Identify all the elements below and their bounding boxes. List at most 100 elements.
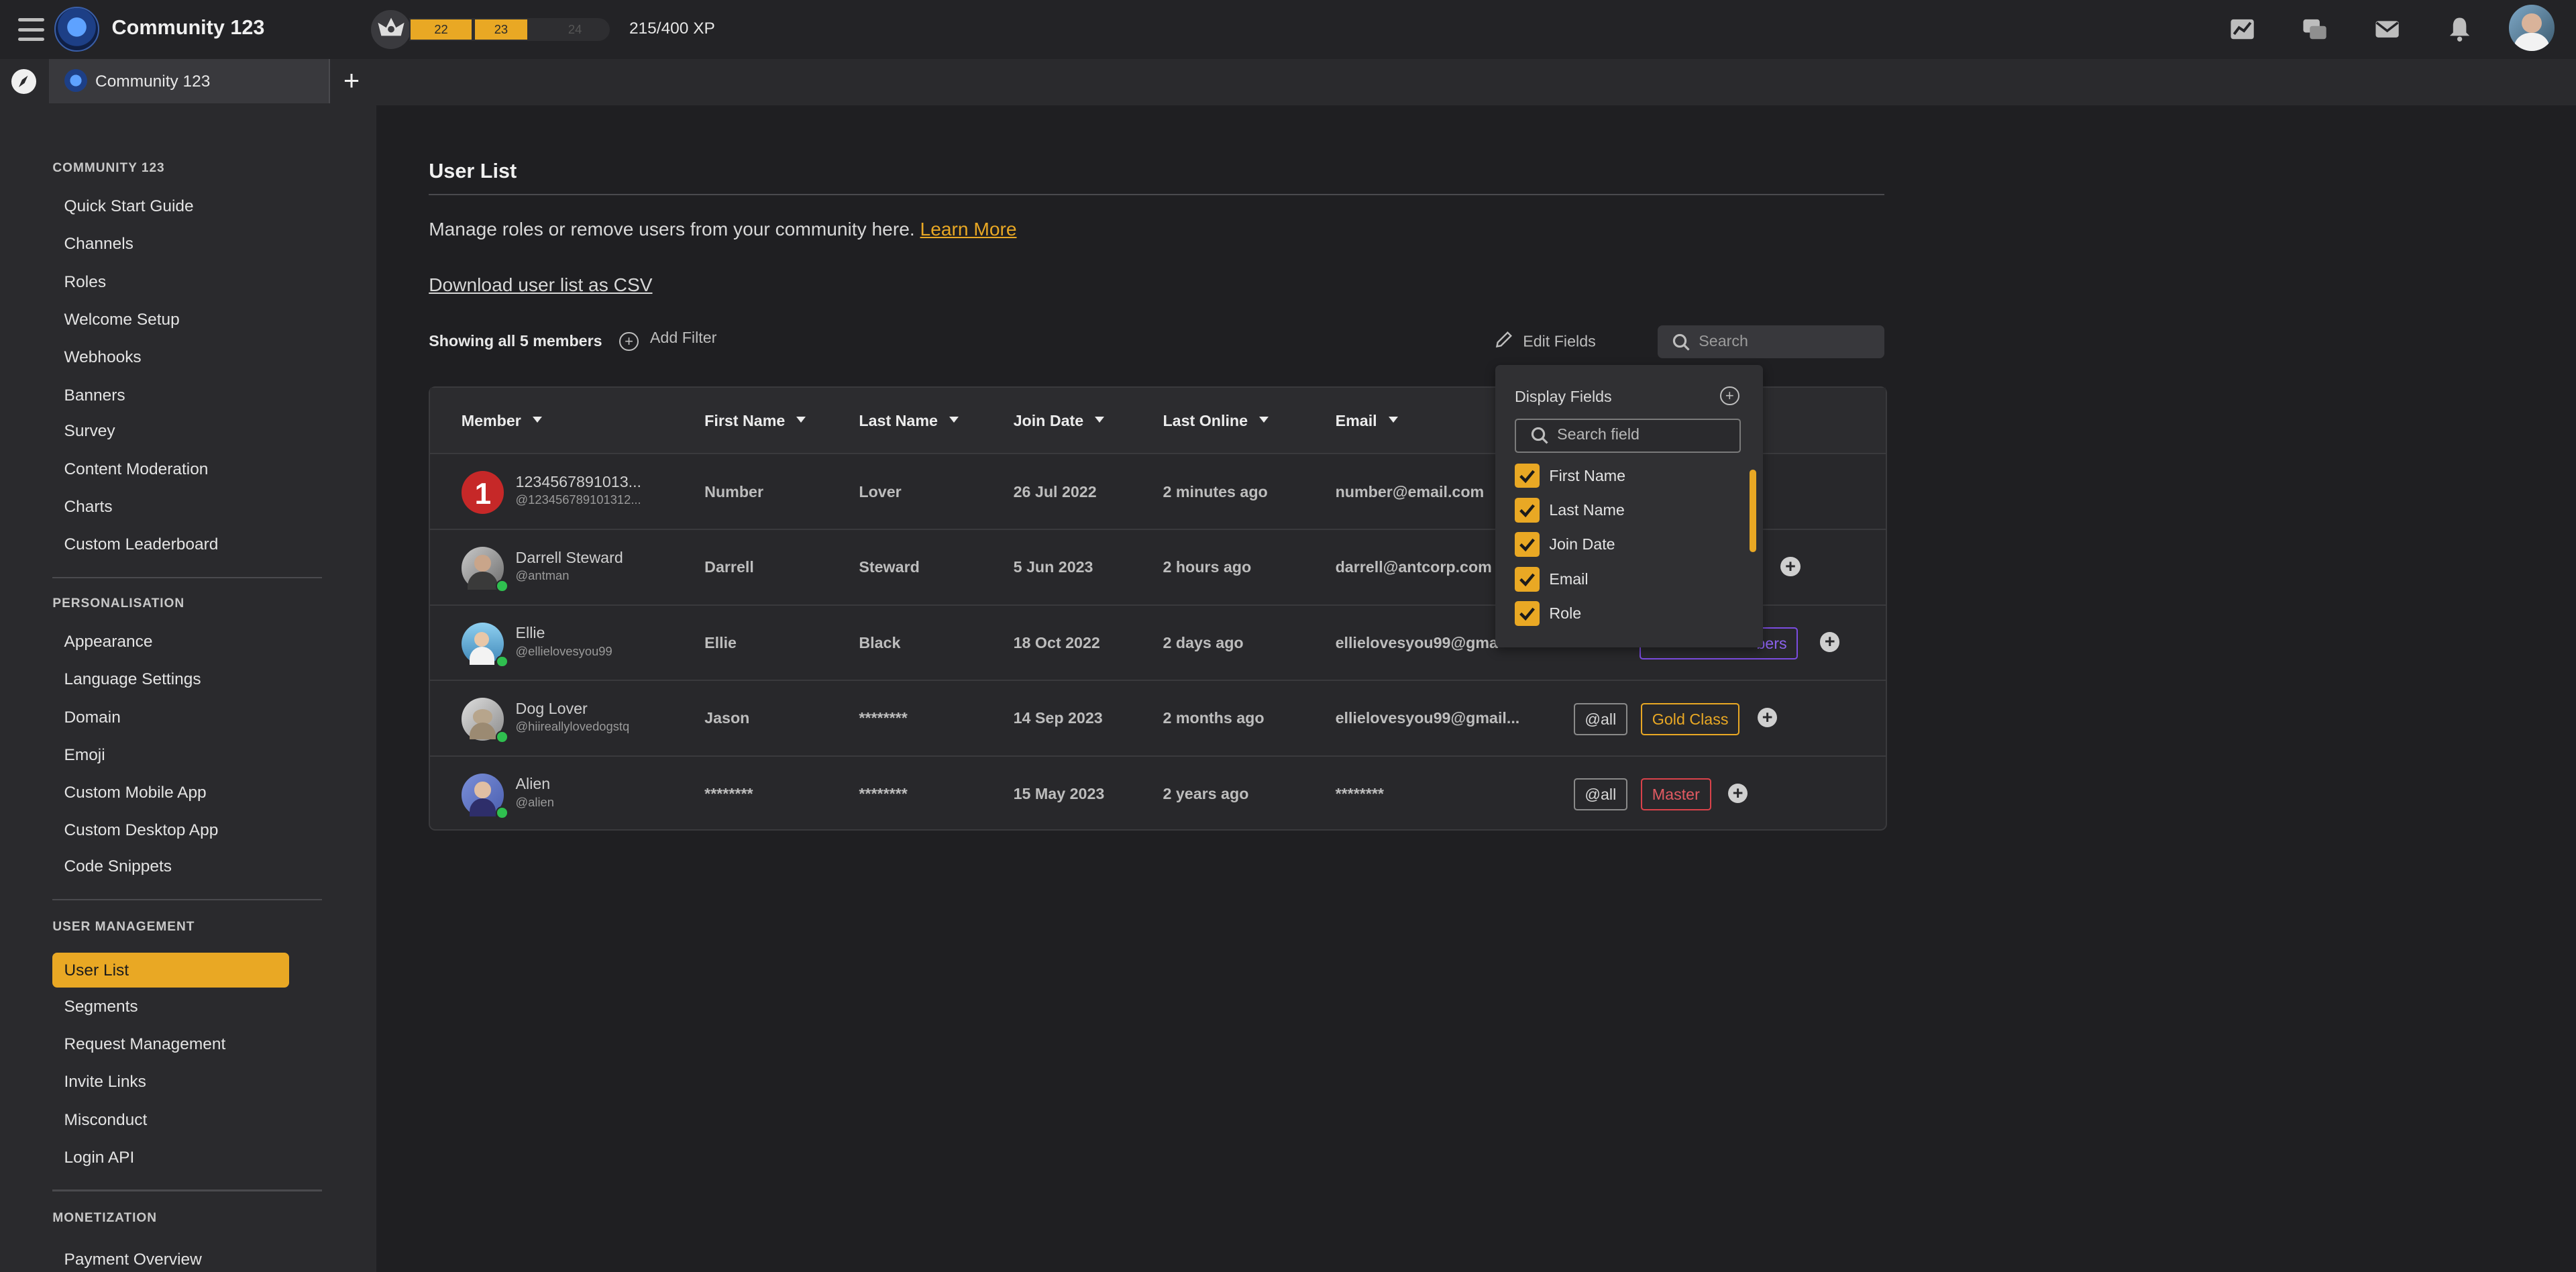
xp-level-next: 24 bbox=[568, 22, 582, 37]
sidebar-divider bbox=[52, 1189, 322, 1191]
level-badge-icon bbox=[371, 9, 411, 50]
community-name[interactable]: Community 123 bbox=[112, 16, 265, 40]
download-csv-link[interactable]: Download user list as CSV bbox=[429, 274, 652, 296]
svg-text:1: 1 bbox=[474, 478, 491, 511]
xp-text: 215/400 XP bbox=[629, 19, 715, 38]
sidebar-item-segments[interactable]: Segments bbox=[64, 998, 138, 1016]
bell-icon[interactable] bbox=[2447, 16, 2473, 42]
sort-arrow-icon bbox=[533, 417, 542, 423]
sidebar-item-request-management[interactable]: Request Management bbox=[64, 1035, 226, 1054]
last-online-cell: 2 hours ago bbox=[1163, 558, 1252, 576]
tab-community[interactable]: Community 123 bbox=[49, 59, 330, 104]
column-header-email[interactable]: Email bbox=[1336, 412, 1398, 430]
search-icon bbox=[1672, 333, 1690, 351]
column-header-last-name[interactable]: Last Name bbox=[859, 412, 959, 430]
hamburger-icon[interactable] bbox=[17, 17, 45, 42]
edit-fields-button[interactable]: Edit Fields bbox=[1495, 330, 1596, 351]
sidebar-item-user-list[interactable]: User List bbox=[52, 953, 289, 988]
sidebar-item-language-settings[interactable]: Language Settings bbox=[64, 670, 201, 689]
column-header-last-online[interactable]: Last Online bbox=[1163, 412, 1269, 430]
field-option-label: First Name bbox=[1549, 466, 1626, 484]
sidebar-item-code-snippets[interactable]: Code Snippets bbox=[64, 857, 172, 876]
table-row[interactable]: Alien @alien ******** ******** 15 May 20… bbox=[430, 757, 1886, 831]
sidebar-item-content-moderation[interactable]: Content Moderation bbox=[64, 460, 209, 479]
sidebar-item-custom-leaderboard[interactable]: Custom Leaderboard bbox=[64, 535, 219, 554]
email-cell: number@email.com bbox=[1335, 482, 1485, 500]
sidebar-item-welcome-setup[interactable]: Welcome Setup bbox=[64, 311, 180, 329]
sort-arrow-icon bbox=[1388, 417, 1398, 423]
add-role-button[interactable]: + bbox=[1727, 783, 1748, 804]
user-avatar[interactable] bbox=[2508, 5, 2555, 51]
column-header-member[interactable]: Member bbox=[462, 412, 542, 430]
sidebar-item-banners[interactable]: Banners bbox=[64, 386, 125, 405]
sidebar-item-roles[interactable]: Roles bbox=[64, 273, 107, 292]
sidebar-item-channels[interactable]: Channels bbox=[64, 235, 133, 254]
xp-level-current: 23 bbox=[474, 19, 528, 40]
member-search[interactable] bbox=[1658, 325, 1884, 358]
compass-icon[interactable] bbox=[11, 68, 36, 94]
join-date-cell: 5 Jun 2023 bbox=[1013, 558, 1093, 576]
checkbox-checked-icon[interactable] bbox=[1514, 566, 1540, 592]
column-header-first-name[interactable]: First Name bbox=[704, 412, 806, 430]
member-name: Alien bbox=[515, 775, 551, 793]
chat-icon[interactable] bbox=[2302, 16, 2328, 42]
sidebar-item-charts[interactable]: Charts bbox=[64, 498, 113, 517]
field-search-input[interactable] bbox=[1557, 425, 1730, 443]
section-community: COMMUNITY 123 bbox=[52, 161, 165, 175]
email-cell: ******** bbox=[1335, 785, 1384, 803]
add-role-button[interactable]: + bbox=[1780, 556, 1801, 577]
search-input[interactable] bbox=[1699, 331, 1872, 350]
add-tab-button[interactable]: + bbox=[343, 65, 360, 95]
checkbox-checked-icon[interactable] bbox=[1514, 498, 1540, 523]
add-filter-button[interactable]: + Add Filter bbox=[619, 328, 717, 352]
community-logo[interactable] bbox=[54, 6, 100, 52]
sidebar-item-login-api[interactable]: Login API bbox=[64, 1149, 135, 1167]
online-indicator bbox=[496, 731, 508, 744]
member-handle: @hiireallylovedogstq bbox=[515, 719, 630, 734]
first-name-cell: Jason bbox=[704, 709, 750, 727]
email-cell: ellielovesyou99@gmail... bbox=[1335, 709, 1520, 727]
sidebar-item-domain[interactable]: Domain bbox=[64, 708, 121, 727]
add-circle-icon: + bbox=[619, 331, 639, 352]
learn-more-link[interactable]: Learn More bbox=[920, 219, 1017, 240]
add-filter-label: Add Filter bbox=[649, 328, 717, 346]
sidebar-item-appearance[interactable]: Appearance bbox=[64, 633, 153, 651]
checkbox-checked-icon[interactable] bbox=[1514, 532, 1540, 558]
add-field-button[interactable]: + bbox=[1720, 386, 1739, 405]
add-role-button[interactable]: + bbox=[1757, 707, 1778, 728]
field-search[interactable] bbox=[1514, 419, 1741, 453]
dropdown-scrollbar[interactable] bbox=[1750, 470, 1756, 552]
community-tab-icon bbox=[64, 68, 87, 93]
checkbox-checked-icon[interactable] bbox=[1514, 463, 1540, 488]
first-name-cell: ******** bbox=[704, 785, 753, 803]
page-title: User List bbox=[429, 159, 517, 182]
sidebar-item-emoji[interactable]: Emoji bbox=[64, 746, 105, 765]
join-date-cell: 14 Sep 2023 bbox=[1013, 709, 1103, 727]
sort-arrow-icon bbox=[1259, 417, 1269, 423]
sidebar-item-webhooks[interactable]: Webhooks bbox=[64, 348, 142, 367]
sidebar-item-invite-links[interactable]: Invite Links bbox=[64, 1073, 146, 1092]
email-cell: darrell@antcorp.com bbox=[1335, 558, 1492, 576]
sidebar-item-label: User List bbox=[64, 961, 129, 979]
first-name-cell: Number bbox=[704, 482, 764, 500]
sidebar-item-misconduct[interactable]: Misconduct bbox=[64, 1111, 148, 1130]
sort-arrow-icon bbox=[796, 417, 806, 423]
sidebar-item-custom-desktop-app[interactable]: Custom Desktop App bbox=[64, 821, 219, 840]
mail-icon[interactable] bbox=[2374, 16, 2400, 42]
table-row[interactable]: Dog Lover @hiireallylovedogstq Jason ***… bbox=[430, 682, 1886, 757]
first-name-cell: Darrell bbox=[704, 558, 754, 576]
add-role-button[interactable]: + bbox=[1820, 632, 1840, 652]
sidebar-item-payment-overview[interactable]: Payment Overview bbox=[64, 1251, 202, 1269]
sidebar-item-custom-mobile-app[interactable]: Custom Mobile App bbox=[64, 784, 207, 802]
sidebar-item-quick-start-guide[interactable]: Quick Start Guide bbox=[64, 197, 194, 216]
title-divider bbox=[429, 193, 1884, 196]
checkbox-checked-icon[interactable] bbox=[1514, 601, 1540, 627]
tab-label: Community 123 bbox=[95, 72, 211, 91]
section-user-management: USER MANAGEMENT bbox=[52, 920, 195, 935]
sort-arrow-icon bbox=[949, 417, 959, 423]
sidebar-item-survey[interactable]: Survey bbox=[64, 422, 115, 441]
chart-icon[interactable] bbox=[2229, 16, 2255, 42]
column-header-join-date[interactable]: Join Date bbox=[1014, 412, 1105, 430]
xp-progress-bar: 22 23 24 bbox=[409, 17, 610, 42]
online-indicator bbox=[496, 655, 508, 668]
